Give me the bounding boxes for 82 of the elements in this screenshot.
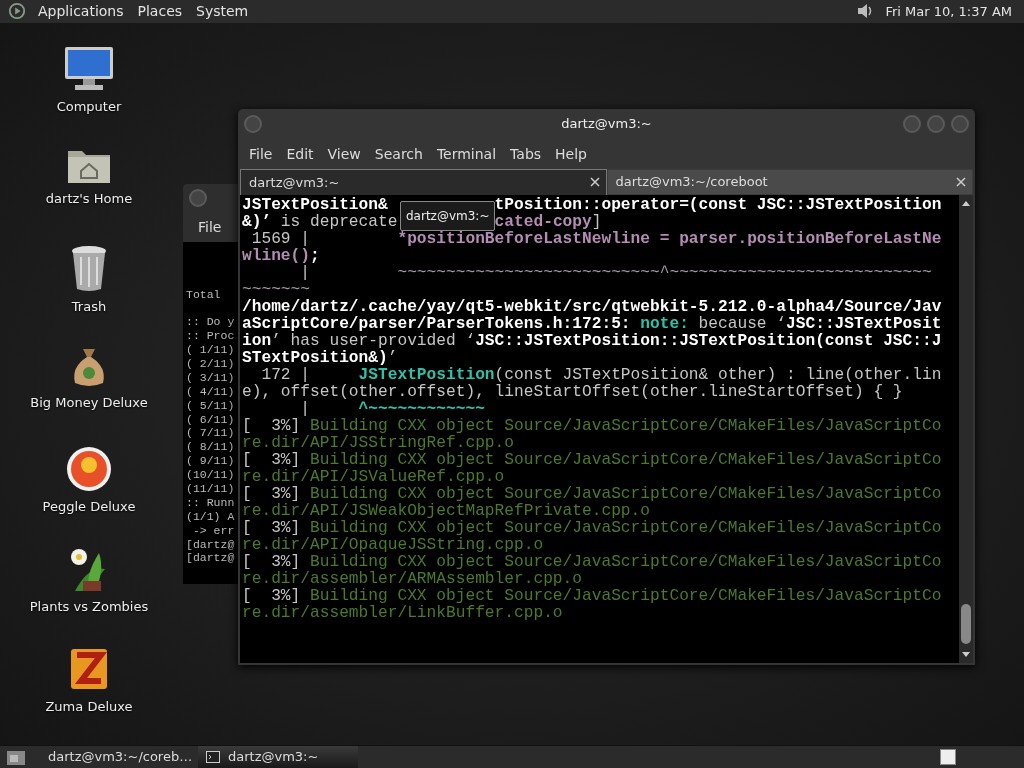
terminal-line: :: Runn — [186, 495, 236, 510]
menu-item[interactable]: File — [191, 218, 229, 235]
menu-item[interactable]: File — [242, 145, 280, 162]
panel-menu[interactable]: System — [194, 3, 251, 20]
terminal-line: (10/11) — [186, 468, 236, 482]
terminal-line: aScriptCore/parser/ParserTokens.h:172:5: note: because ‘JSC::JSTextPosit — [242, 314, 942, 333]
terminal-line: ( 9/11) — [186, 454, 236, 469]
terminal-line: ( 8/11) — [186, 440, 236, 455]
terminal-line: ~~~~~~~ — [242, 280, 310, 299]
terminal-line: [ 3%] Building CXX object Source/JavaScriptCore/CMakeFiles/JavaScriptCo — [242, 416, 942, 435]
desktop-icon-label[interactable]: Zuma Deluxe — [45, 698, 133, 714]
terminal-line: ( 5/11) — [186, 398, 236, 413]
terminal-line: Total — [186, 287, 222, 302]
terminal-line: JSTextPosition& — [242, 195, 389, 214]
terminal-line: :: Do y — [186, 315, 236, 330]
terminal-line: re.dir/API/JSValueRef.cpp.o — [242, 467, 505, 486]
menu-item[interactable]: Help — [548, 145, 594, 162]
terminal-line: :: Proc — [186, 329, 236, 344]
terminal-line: wline(); — [242, 246, 320, 265]
terminal-line: [ 3%] Building CXX object Source/JavaScriptCore/CMakeFiles/JavaScriptCo — [242, 450, 942, 469]
terminal-line: re.dir/assembler/ARMAssembler.cpp.o — [242, 569, 582, 588]
menu-item[interactable]: Edit — [279, 145, 321, 162]
menu-item[interactable]: Tabs — [503, 145, 549, 162]
terminal-line: [dartz@ — [186, 551, 236, 566]
trash-icon[interactable] — [69, 244, 109, 293]
terminal-line: (11/11) — [186, 481, 236, 496]
terminal-line: ( 4/11) — [186, 384, 236, 399]
terminal-line: ( 3/11) — [186, 370, 236, 385]
terminal-line: tPosition::operator=(const JSC::JSTextPosition — [494, 195, 942, 214]
desktop-icon-label[interactable]: Trash — [71, 298, 107, 314]
terminal-line: (1/1) A — [186, 509, 236, 524]
clock[interactable]: Fri Mar 10, 1:37 AM — [885, 3, 1012, 19]
terminal-line: ( 2/11) — [186, 356, 236, 371]
taskbar-button[interactable]: dartz@vm3:~/coreb… — [32, 745, 192, 768]
terminal-line: | ~~~~~~~~~~~~~~~~~~~~~~~~~~~^~~~~~~~~~~~~~~~~~~~~~~~~~~~ — [299, 263, 932, 282]
terminal-line: ion’ has user-provided ‘JSC::JSTextPosition::JSTextPosition(const JSC::J — [242, 331, 942, 350]
desktop-icon-label[interactable]: Plants vs Zombies — [29, 598, 149, 614]
terminal-line: | ^~~~~~~~~~~~~ — [299, 399, 485, 418]
close-icon[interactable] — [956, 176, 966, 187]
terminal-line: re.dir/API/JSStringRef.cpp.o — [242, 433, 514, 452]
taskbar-button[interactable]: dartz@vm3:~ — [198, 745, 358, 768]
menu-item[interactable]: Terminal — [429, 145, 504, 162]
scrollbar-thumb[interactable] — [961, 603, 971, 644]
panel-menu[interactable]: Places — [135, 3, 185, 20]
terminal-line: re.dir/API/JSWeakObjectMapRefPrivate.cpp.o — [242, 501, 650, 520]
desktop-icon-label[interactable]: Computer — [56, 98, 122, 114]
terminal-line: ( 6/11) — [186, 412, 236, 427]
desktop-icon-label[interactable]: Peggle Deluxe — [42, 498, 136, 514]
terminal-line: ( 7/11) — [186, 426, 236, 441]
workspace-switcher[interactable] — [940, 748, 956, 765]
tab[interactable]: dartz@vm3:~ — [240, 168, 607, 195]
computer-icon[interactable] — [63, 44, 115, 93]
window-title: dartz@vm3:~ — [561, 116, 652, 131]
terminal-line: re.dir/assembler/LinkBuffer.cpp.o — [242, 603, 563, 622]
tooltip: dartz@vm3:~ — [400, 200, 496, 231]
desktop-icon-label[interactable]: dartz's Home — [45, 190, 133, 206]
terminal-line: [ 3%] Building CXX object Source/JavaScriptCore/CMakeFiles/JavaScriptCo — [242, 484, 942, 503]
terminal-line: ( 1/11) — [186, 343, 236, 357]
terminal-line: [ 3%] Building CXX object Source/JavaScriptCore/CMakeFiles/JavaScriptCo — [242, 586, 942, 605]
terminal-icon — [206, 750, 220, 763]
terminal-line: 1569 | *positionBeforeLastNewline = parser.positionBeforeLastNe — [250, 229, 942, 248]
terminal-line: [ 3%] Building CXX object Source/JavaScriptCore/CMakeFiles/JavaScriptCo — [242, 518, 942, 537]
terminal-line: STextPosition&)’ — [242, 348, 398, 367]
terminal-line: 172 | JSTextPosition(const JSTextPosition& other) : line(other.lin — [260, 365, 942, 384]
peggle-ball-icon[interactable] — [65, 444, 113, 493]
desktop-icon-label[interactable]: Big Money Deluxe — [30, 394, 148, 410]
scroll-down-icon[interactable] — [961, 650, 971, 659]
terminal-line: cated-copy] — [494, 212, 602, 231]
terminal-line: [dartz@ — [186, 537, 236, 552]
terminal-line: -> err — [191, 523, 236, 538]
terminal-line: e), offset(other.offset), lineStartOffset(other.lineStartOffset) { } — [242, 382, 903, 401]
terminal-line: re.dir/API/OpaqueJSString.cpp.o — [242, 535, 544, 554]
terminal-line: /home/dartz/.cache/yay/qt5-webkit/src/qtwebkit-5.212.0-alpha4/Source/Jav — [242, 297, 942, 316]
terminal-line: [ 3%] Building CXX object Source/JavaScriptCore/CMakeFiles/JavaScriptCo — [242, 552, 942, 571]
terminal-line: &)’ is deprecate — [242, 212, 398, 231]
panel-menu[interactable]: Applications — [36, 3, 126, 20]
tab[interactable]: dartz@vm3:~/coreboot — [606, 168, 973, 195]
close-icon[interactable] — [589, 177, 600, 187]
menu-item[interactable]: Search — [367, 145, 430, 162]
logo-icon[interactable] — [8, 2, 26, 21]
menu-item[interactable]: View — [320, 145, 368, 162]
scrollbar[interactable] — [959, 194, 973, 663]
